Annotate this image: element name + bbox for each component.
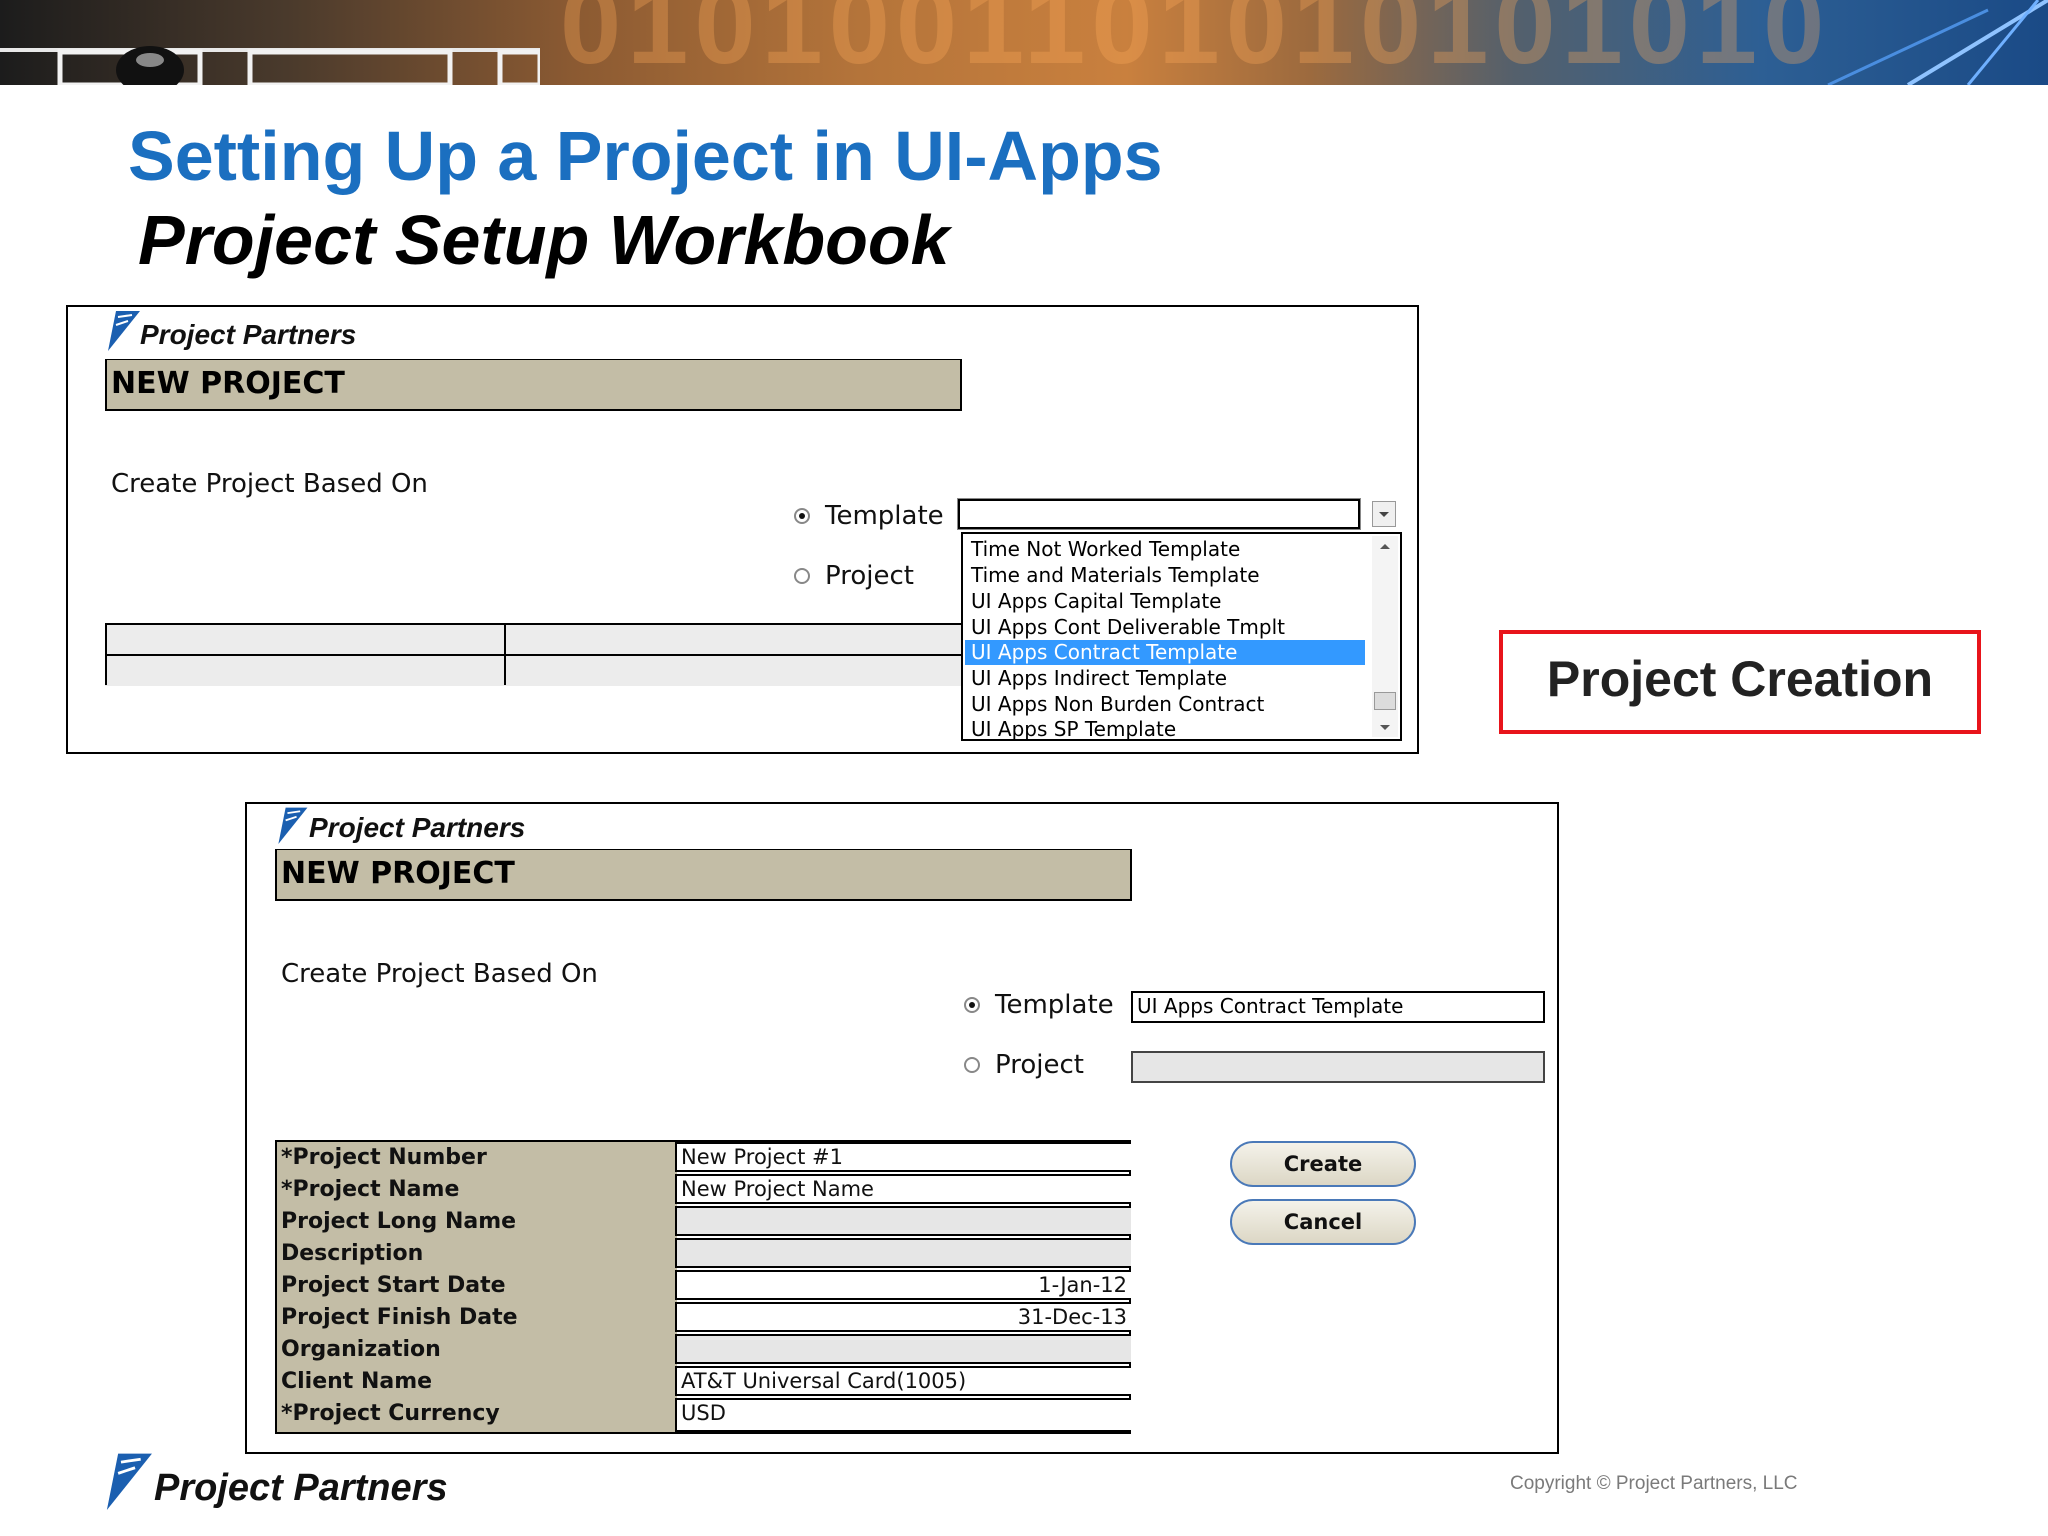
field-label-project-number: *Project Number [277,1142,677,1174]
dropdown-option-highlighted[interactable]: UI Apps Contract Template [965,640,1365,665]
dropdown-scrollbar[interactable] [1372,536,1398,737]
template-dropdown-list[interactable]: Time Not Worked Template Time and Materi… [961,532,1402,741]
template-radio[interactable] [794,508,810,524]
project-partners-logo: Project Partners [275,804,525,844]
template-radio-label[interactable]: Template [995,990,1114,1020]
field-label-project-name: *Project Name [277,1174,677,1206]
finish-date-input[interactable]: 31-Dec-13 [675,1302,1131,1332]
field-label-start-date: Project Start Date [277,1270,677,1302]
dropdown-option[interactable]: UI Apps SP Template [971,717,1176,742]
dropdown-option[interactable]: UI Apps Indirect Template [971,666,1227,691]
copyright-text: Copyright © Project Partners, LLC [1510,1473,1798,1494]
project-radio-label[interactable]: Project [825,561,914,591]
project-long-name-input[interactable] [675,1206,1131,1236]
project-select[interactable] [1131,1051,1545,1083]
project-radio[interactable] [964,1057,980,1073]
grid-left-edge [105,623,107,685]
logo-text: Project Partners [140,319,357,350]
footer-logo-text: Project Partners [154,1467,448,1509]
dropdown-arrow-button[interactable] [1372,501,1396,527]
template-radio-label[interactable]: Template [825,501,944,531]
new-project-header: NEW PROJECT [275,849,1132,901]
create-project-based-on-label: Create Project Based On [281,959,598,989]
top-form-screenshot: Project Partners NEW PROJECT Create Proj… [66,305,1419,754]
organization-input[interactable] [675,1334,1131,1364]
form-grid-row [105,623,961,655]
field-label-client-name: Client Name [277,1366,677,1398]
field-label-finish-date: Project Finish Date [277,1302,677,1334]
project-partners-logo: Project Partners [106,307,356,351]
description-input[interactable] [675,1238,1131,1268]
footer-logo: Project Partners [102,1448,448,1510]
scroll-down-icon[interactable] [1372,717,1398,737]
create-project-based-on-label: Create Project Based On [111,469,428,499]
field-label-organization: Organization [277,1334,677,1366]
project-name-input[interactable]: New Project Name [675,1174,1131,1204]
dropdown-option[interactable]: Time and Materials Template [971,563,1260,588]
field-label-project-long-name: Project Long Name [277,1206,677,1238]
template-radio[interactable] [964,997,980,1013]
template-select[interactable]: UI Apps Contract Template [1131,991,1545,1023]
client-name-input[interactable]: AT&T Universal Card(1005) [675,1366,1131,1396]
header-banner: 0101001101010101010 [0,0,2048,85]
banner-light-rays [1827,0,2048,85]
scroll-up-icon[interactable] [1372,536,1398,556]
slide-title: Setting Up a Project in UI-Apps [128,117,1163,195]
project-number-input[interactable]: New Project #1 [675,1142,1131,1172]
new-project-header: NEW PROJECT [105,359,962,411]
project-creation-callout: Project Creation [1499,630,1981,734]
project-partners-logo-icon [106,1453,152,1510]
cancel-button[interactable]: Cancel [1230,1199,1416,1245]
project-currency-input[interactable]: USD [675,1398,1131,1432]
dropdown-option[interactable]: UI Apps Capital Template [971,589,1222,614]
dropdown-option[interactable]: UI Apps Non Burden Contract [971,692,1264,717]
logo-text: Project Partners [309,812,526,843]
create-button[interactable]: Create [1230,1141,1416,1187]
field-label-project-currency: *Project Currency [277,1398,677,1432]
project-radio[interactable] [794,568,810,584]
grid-divider [504,623,506,685]
project-radio-label[interactable]: Project [995,1050,1084,1080]
banner-binary-decoration: 0101001101010101010 [560,0,1831,85]
dropdown-option[interactable]: Time Not Worked Template [971,537,1240,562]
scrollbar-thumb[interactable] [1374,692,1396,710]
chevron-down-icon [1379,512,1389,517]
banner-keyboard-graphic [0,46,540,85]
template-dropdown[interactable] [957,498,1361,530]
bottom-form-screenshot: Project Partners NEW PROJECT Create Proj… [245,802,1559,1454]
dropdown-option[interactable]: UI Apps Cont Deliverable Tmplt [971,615,1285,640]
project-partners-logo-icon [278,807,308,844]
start-date-input[interactable]: 1-Jan-12 [675,1270,1131,1300]
form-grid-row [105,654,961,686]
project-details-table: *Project Number New Project #1 *Project … [275,1140,1131,1434]
field-label-description: Description [277,1238,677,1270]
slide-subtitle: Project Setup Workbook [138,201,950,279]
project-partners-logo-icon [108,311,140,351]
